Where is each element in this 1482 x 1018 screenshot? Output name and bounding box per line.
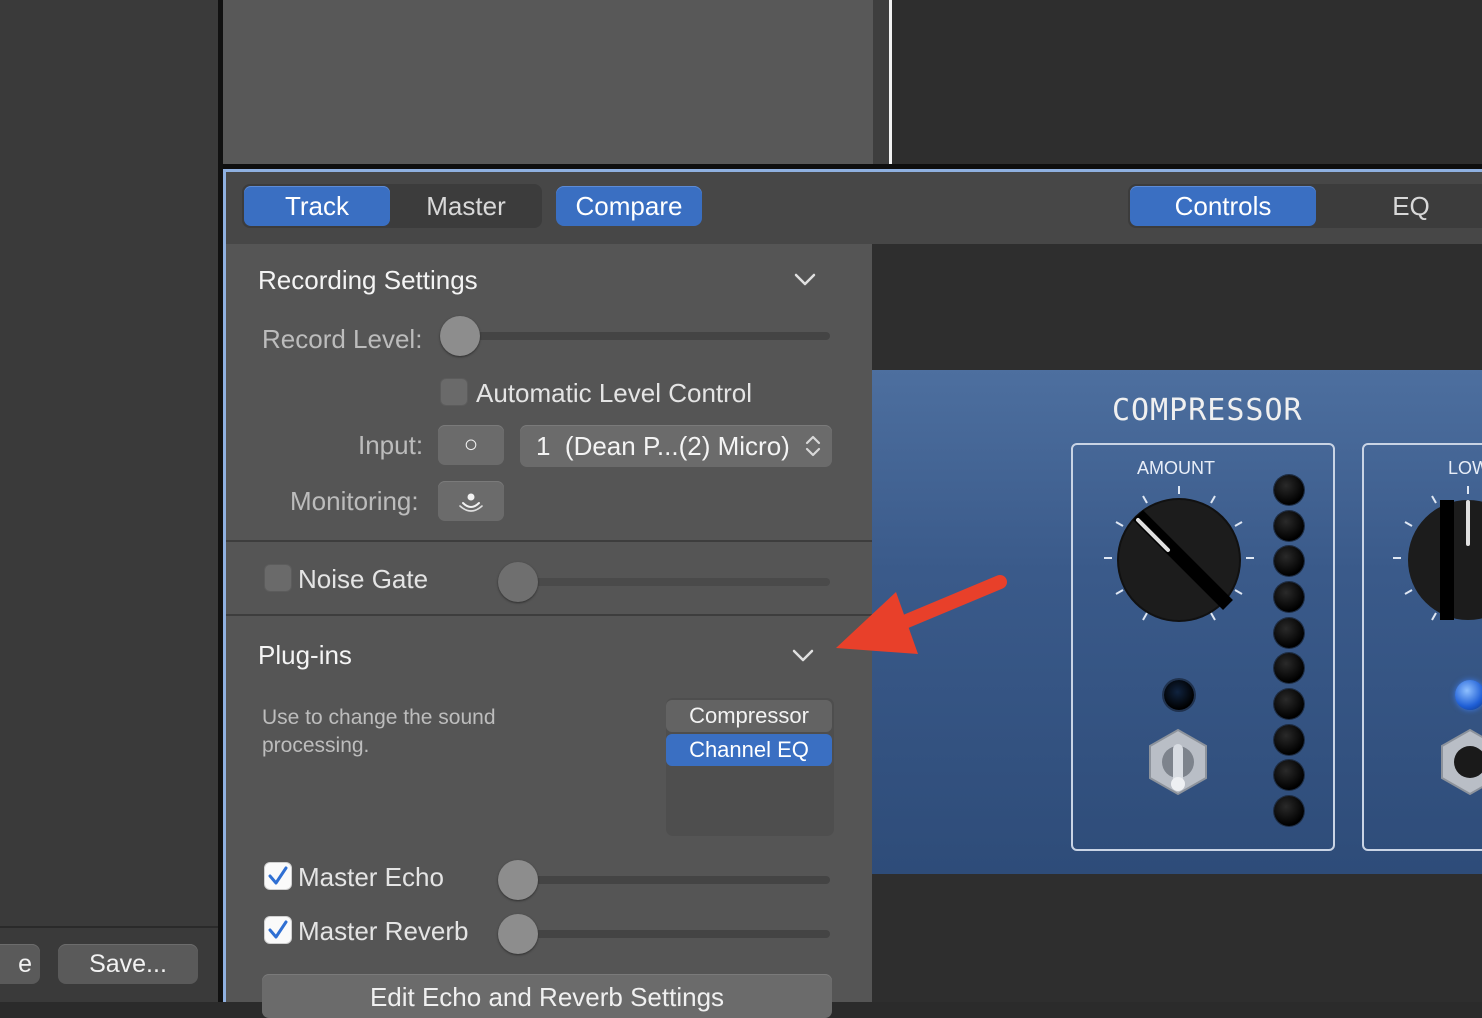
noise-gate-label: Noise Gate	[298, 564, 429, 594]
plugin-slot-channel-eq[interactable]: Channel EQ	[666, 734, 832, 766]
section-divider	[226, 614, 872, 616]
library-panel	[0, 0, 218, 1002]
plugins-chevron-icon[interactable]	[792, 644, 814, 666]
amount-meter	[1274, 475, 1304, 827]
plugin-slot-label: Channel EQ	[689, 737, 809, 762]
meter-led	[1274, 546, 1304, 576]
tab-track[interactable]: Track	[244, 186, 390, 226]
amount-label: AMOUNT	[1137, 458, 1215, 478]
meter-led	[1274, 725, 1304, 755]
plugins-description: Use to change the sound processing.	[262, 706, 496, 757]
record-level-slider-track[interactable]	[460, 332, 830, 340]
recording-settings-chevron-icon[interactable]	[794, 268, 816, 290]
meter-led	[1274, 689, 1304, 719]
master-reverb-label: Master Reverb	[298, 916, 469, 946]
tab-master[interactable]: Master	[392, 186, 540, 226]
low-label: LOW	[1448, 458, 1482, 478]
meter-led	[1274, 511, 1304, 541]
track-header-area[interactable]	[223, 0, 873, 164]
input-format-button[interactable]: ○	[438, 425, 504, 465]
automatic-level-control-label: Automatic Level Control	[476, 378, 753, 408]
checkmark-icon	[268, 866, 288, 885]
edit-echo-reverb-label: Edit Echo and Reverb Settings	[369, 982, 725, 1012]
master-reverb-slider-track[interactable]	[518, 930, 830, 938]
low-knob[interactable]	[1390, 480, 1482, 640]
input-source-value: 1 (Dean P...(2) Micro)	[536, 430, 790, 461]
monitoring-label: Monitoring:	[290, 486, 419, 516]
input-label: Input:	[358, 430, 424, 460]
meter-led	[1274, 582, 1304, 612]
master-echo-checkbox[interactable]	[264, 862, 292, 890]
plugin-list: Compressor Channel EQ	[666, 698, 834, 836]
master-echo-slider-track[interactable]	[518, 876, 830, 884]
edit-echo-reverb-button[interactable]: Edit Echo and Reverb Settings	[262, 974, 832, 1018]
annotation-arrow-icon	[836, 575, 1007, 654]
plugins-title: Plug-ins	[258, 640, 352, 670]
input-source-popup[interactable]: 1 (Dean P...(2) Micro)	[520, 425, 832, 467]
compressor-title: COMPRESSOR	[1112, 393, 1303, 428]
meter-led	[1274, 475, 1304, 505]
tab-controls-label: Controls	[1174, 190, 1272, 221]
compare-button[interactable]: Compare	[556, 186, 702, 226]
low-indicator-led	[1455, 680, 1482, 710]
checkmark-icon	[268, 920, 288, 939]
plugin-slot-compressor[interactable]: Compressor	[666, 700, 832, 732]
plugin-slot-label: Compressor	[689, 703, 809, 728]
monitoring-icon	[459, 493, 483, 512]
automatic-level-control-checkbox[interactable]	[440, 378, 468, 406]
popup-updown-chevron-icon	[805, 435, 821, 457]
save-button[interactable]: Save...	[58, 944, 198, 984]
delete-button-label: e	[18, 949, 32, 978]
library-divider	[0, 926, 218, 928]
amount-indicator-led	[1164, 680, 1194, 710]
tab-track-label: Track	[284, 190, 350, 221]
compare-button-label: Compare	[575, 190, 683, 221]
track-timeline-area[interactable]	[892, 0, 1482, 164]
master-reverb-checkbox[interactable]	[264, 916, 292, 944]
tab-controls[interactable]: Controls	[1130, 186, 1316, 226]
meter-led	[1274, 653, 1304, 683]
meter-led	[1274, 796, 1304, 826]
input-format-mono-icon: ○	[463, 431, 479, 458]
meter-led	[1274, 760, 1304, 790]
record-level-slider-knob[interactable]	[440, 316, 480, 356]
tab-eq-label: EQ	[1392, 190, 1430, 221]
master-echo-label: Master Echo	[298, 862, 444, 892]
noise-gate-slider-knob[interactable]	[498, 562, 538, 602]
amount-toggle-switch[interactable]	[1142, 726, 1214, 798]
section-divider	[226, 540, 872, 542]
monitoring-button[interactable]	[438, 481, 504, 521]
tab-eq[interactable]: EQ	[1320, 186, 1482, 226]
amount-knob[interactable]	[1098, 480, 1260, 640]
tab-master-label: Master	[426, 190, 506, 221]
master-reverb-slider-knob[interactable]	[498, 914, 538, 954]
noise-gate-slider-track[interactable]	[518, 578, 830, 586]
save-button-label: Save...	[89, 949, 167, 978]
track-area-gap	[873, 0, 889, 164]
meter-led	[1274, 618, 1304, 648]
low-toggle-switch[interactable]	[1434, 726, 1482, 798]
recording-settings-title: Recording Settings	[258, 265, 478, 295]
master-echo-slider-knob[interactable]	[498, 860, 538, 900]
noise-gate-checkbox[interactable]	[264, 564, 292, 592]
record-level-label: Record Level:	[262, 324, 423, 354]
delete-button[interactable]: e	[0, 944, 40, 984]
